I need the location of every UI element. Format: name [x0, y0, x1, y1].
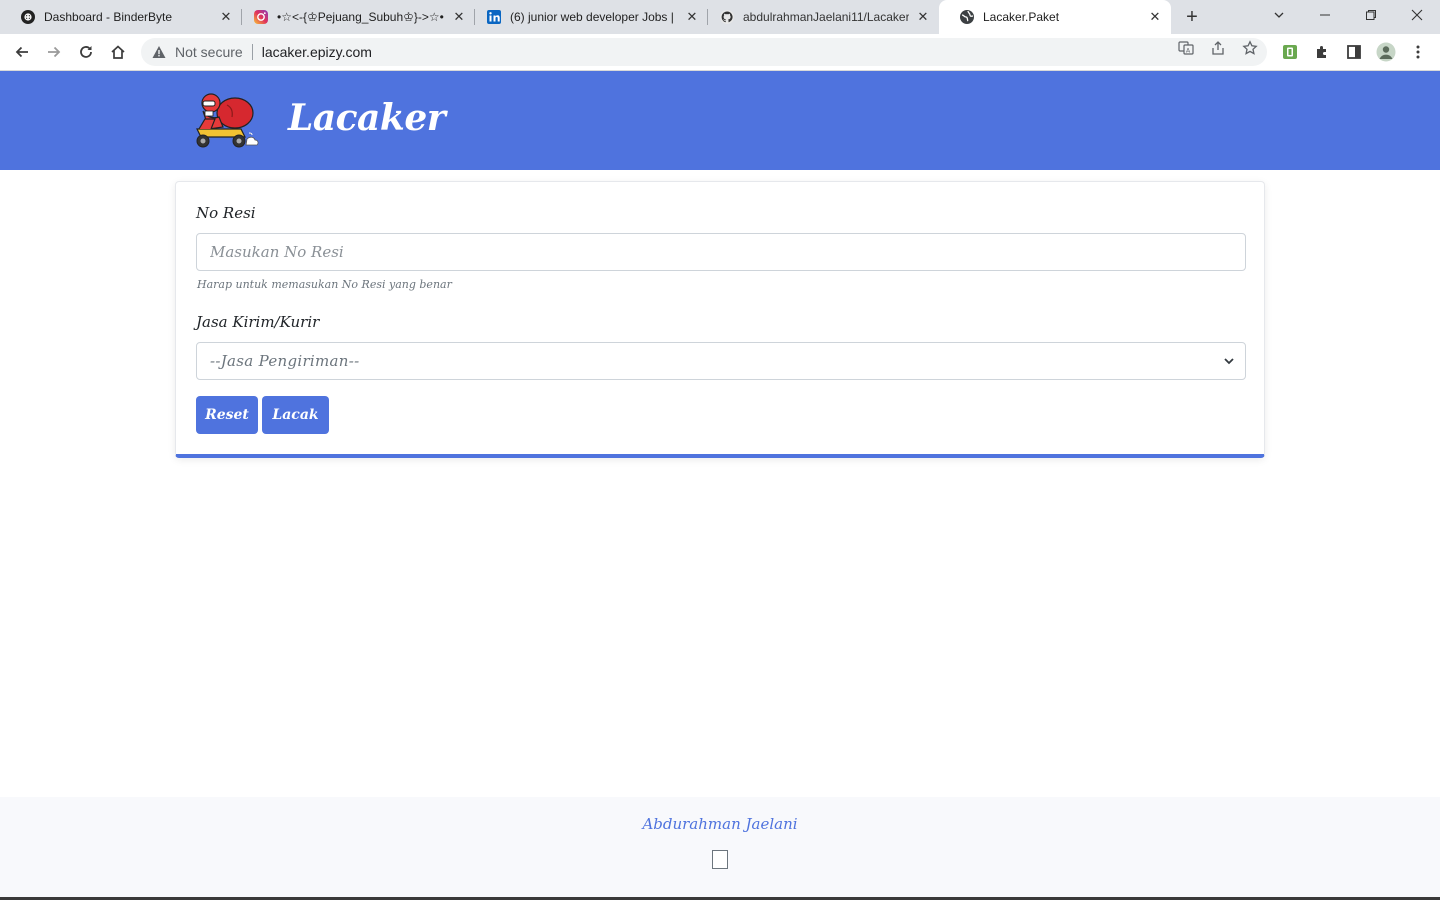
- tab-github[interactable]: abdulrahmanJaelani11/Lacaker: ... ✕: [699, 0, 939, 34]
- profile-avatar-icon[interactable]: [1376, 42, 1396, 62]
- arrow-left-icon: [15, 46, 28, 58]
- resi-field[interactable]: [196, 233, 1246, 271]
- home-icon: [111, 45, 125, 59]
- lacak-button[interactable]: Lacak: [262, 396, 329, 434]
- side-panel-icon[interactable]: [1344, 42, 1364, 62]
- restore-icon: [1366, 10, 1376, 20]
- restore-button[interactable]: [1348, 0, 1394, 30]
- footer-author[interactable]: Abdurahman Jaelani: [0, 815, 1440, 833]
- resi-help-text: Harap untuk memasukan No Resi yang benar: [197, 278, 452, 291]
- browser-tab-strip: Dashboard - BinderByte ✕ •☆<-{♔Pejuang_S…: [0, 0, 1440, 34]
- site-footer: Abdurahman Jaelani: [0, 797, 1440, 900]
- forward-button[interactable]: [40, 38, 68, 66]
- linkedin-icon: [486, 9, 502, 25]
- close-icon[interactable]: ✕: [1147, 9, 1163, 25]
- chevron-down-icon: [1274, 12, 1284, 18]
- courier-select[interactable]: --Jasa Pengiriman--: [196, 342, 1246, 380]
- reload-button[interactable]: [72, 38, 100, 66]
- footer-checkbox-placeholder: [712, 850, 728, 869]
- courier-label: Jasa Kirim/Kurir: [196, 313, 320, 331]
- close-icon[interactable]: ✕: [915, 9, 931, 25]
- tab-binderbyte[interactable]: Dashboard - BinderByte ✕: [0, 0, 242, 34]
- reset-button[interactable]: Reset: [196, 396, 258, 434]
- tab-instagram[interactable]: •☆<-{♔Pejuang_Subuh♔}->☆• ✕: [233, 0, 475, 34]
- close-window-button[interactable]: [1394, 0, 1440, 30]
- binderbyte-icon: [20, 9, 36, 25]
- browser-toolbar: Not secure lacaker.epizy.com A: [0, 34, 1440, 71]
- minimize-icon: [1320, 14, 1330, 16]
- minimize-button[interactable]: [1302, 0, 1348, 30]
- tab-title: abdulrahmanJaelani11/Lacaker: ...: [743, 10, 909, 24]
- instagram-icon: [253, 9, 269, 25]
- tab-title: (6) junior web developer Jobs | LinkedIn: [510, 10, 678, 24]
- brand-title[interactable]: Lacaker: [288, 97, 446, 139]
- resi-input[interactable]: [210, 234, 1245, 270]
- share-icon[interactable]: [1210, 40, 1226, 56]
- new-tab-button[interactable]: +: [1180, 5, 1204, 29]
- close-icon: [1411, 9, 1423, 21]
- home-button[interactable]: [104, 38, 132, 66]
- resi-label: No Resi: [196, 204, 256, 222]
- reload-icon: [80, 46, 92, 58]
- tab-search-button[interactable]: [1256, 0, 1302, 30]
- extension-green-icon[interactable]: [1280, 42, 1300, 62]
- omnibox-divider: [251, 44, 253, 60]
- tab-title: •☆<-{♔Pejuang_Subuh♔}->☆•: [277, 10, 444, 24]
- translate-icon[interactable]: A: [1178, 40, 1194, 56]
- tab-title: Lacaker.Paket: [983, 10, 1060, 24]
- courier-scooter-logo: [189, 89, 261, 153]
- tracking-form-card: No Resi Harap untuk memasukan No Resi ya…: [175, 181, 1265, 458]
- tab-linkedin[interactable]: (6) junior web developer Jobs | LinkedIn…: [466, 0, 708, 34]
- address-bar[interactable]: Not secure lacaker.epizy.com: [141, 38, 1267, 66]
- site-header: Lacaker: [0, 71, 1440, 170]
- security-label[interactable]: Not secure: [175, 44, 243, 60]
- tab-lacaker-active[interactable]: Lacaker.Paket ✕: [939, 0, 1171, 34]
- star-icon[interactable]: [1242, 40, 1258, 56]
- arrow-right-icon: [48, 46, 61, 58]
- kebab-menu-icon[interactable]: [1408, 42, 1428, 62]
- close-icon[interactable]: ✕: [684, 9, 700, 25]
- puzzle-icon[interactable]: [1312, 42, 1332, 62]
- courier-selected-value: --Jasa Pengiriman--: [210, 352, 360, 370]
- close-icon[interactable]: ✕: [451, 9, 467, 25]
- warning-icon[interactable]: [151, 44, 167, 60]
- chevron-down-icon: [1224, 358, 1234, 365]
- back-button[interactable]: [8, 38, 36, 66]
- globe-icon: [959, 9, 975, 25]
- github-icon: [719, 9, 735, 25]
- url-text[interactable]: lacaker.epizy.com: [262, 44, 372, 60]
- close-icon[interactable]: ✕: [218, 9, 234, 25]
- tab-title: Dashboard - BinderByte: [44, 10, 173, 24]
